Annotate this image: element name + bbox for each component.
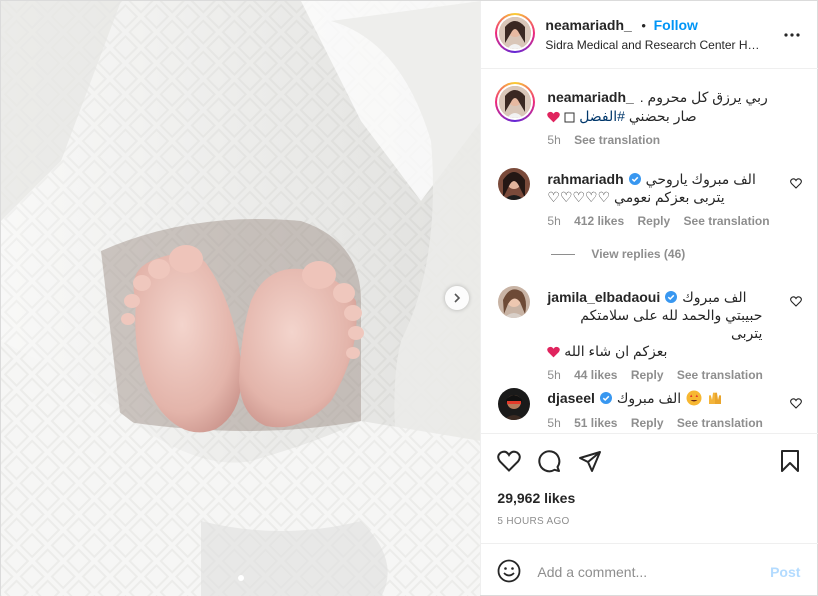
comment-avatar[interactable]: [498, 168, 531, 200]
more-icon: [784, 33, 801, 37]
header-separator: •: [641, 18, 646, 33]
heart-icon: [790, 398, 803, 409]
comment-text-line-3: بعزكم ان شاء الله: [547, 342, 762, 360]
avatar-image: [499, 86, 532, 118]
comment-icon: [538, 450, 561, 473]
comment-likes[interactable]: 412 likes: [574, 214, 624, 228]
comment-username[interactable]: jamila_elbadaoui: [547, 289, 660, 305]
chevron-right-icon: [454, 293, 461, 303]
comment-composer: Add a comment... Post: [481, 543, 818, 596]
comment-reply-button[interactable]: Reply: [638, 214, 671, 228]
comment-reply-button[interactable]: Reply: [631, 368, 664, 382]
comment-text-line-2: يتربى بعزكم نعومي ♡♡♡♡♡: [547, 189, 725, 205]
raising-hands-icon: [709, 392, 722, 404]
verified-icon: [665, 291, 678, 303]
avatar-image: [498, 286, 531, 318]
caption-username[interactable]: neamariadh_: [547, 89, 633, 105]
comment-text-line-1: الف مبروك: [616, 390, 682, 406]
post-actions: 29,962 likes 5 HOURS AGO: [481, 433, 818, 543]
avatar-image: [498, 388, 531, 420]
comment-button[interactable]: [537, 449, 561, 476]
comment: djaseel الف مبروك 5h 51 likes Reply See …: [547, 389, 762, 430]
save-button[interactable]: [780, 449, 800, 476]
comment-time: 5h: [547, 416, 561, 430]
view-replies-label: View replies (46): [591, 247, 686, 261]
comment-like-button[interactable]: [790, 295, 803, 310]
comment-text-line-1: الف مبروك: [682, 289, 747, 305]
share-icon: [579, 451, 602, 472]
emoji-icon: [498, 559, 521, 583]
caption-hashtag[interactable]: #الفضل: [579, 108, 625, 124]
comment-meta: 5h 51 likes Reply See translation: [547, 416, 762, 430]
comment-meta: 5h 412 likes Reply See translation: [547, 214, 769, 228]
share-button[interactable]: [578, 449, 602, 476]
comment-time: 5h: [547, 368, 561, 382]
post-side-panel: neamariadh_ • Follow Sidra Medical and R…: [480, 1, 818, 596]
caption-meta: 5h See translation: [547, 133, 752, 147]
post-timestamp: 5 HOURS AGO: [497, 516, 570, 527]
post-photo: [1, 1, 481, 596]
follow-button[interactable]: Follow: [654, 17, 698, 33]
caption-avatar[interactable]: [495, 82, 536, 122]
post-comment-button[interactable]: Post: [770, 564, 800, 580]
comment-text-line-1: الف مبروك ياروحي: [645, 171, 756, 187]
comment-username[interactable]: djaseel: [547, 390, 594, 406]
comment-see-translation[interactable]: See translation: [684, 214, 770, 228]
carousel-dots: [1, 575, 480, 581]
comment-text-line-3-text: بعزكم ان شاء الله: [564, 343, 668, 359]
sparkle-icon: [564, 112, 575, 123]
author-username[interactable]: neamariadh_: [545, 17, 631, 33]
post-header: neamariadh_ • Follow Sidra Medical and R…: [481, 1, 818, 69]
emoji-button[interactable]: [497, 559, 521, 586]
post-media: [1, 1, 481, 596]
bookmark-icon: [781, 450, 800, 472]
comment: rahmariadh الف مبروك ياروحي يتربى بعزكم …: [547, 170, 769, 228]
location-link[interactable]: Sidra Medical and Research Center Ho...: [545, 38, 760, 52]
caption-line-2: صار بحضني #الفضل: [547, 107, 752, 125]
heart-icon: [497, 450, 522, 472]
comment-likes[interactable]: 44 likes: [574, 368, 617, 382]
comment-likes[interactable]: 51 likes: [574, 416, 617, 430]
post-dialog: neamariadh_ • Follow Sidra Medical and R…: [0, 0, 818, 596]
caption-see-translation[interactable]: See translation: [574, 133, 660, 147]
view-replies-button[interactable]: View replies (46): [551, 247, 685, 261]
caption-line-1: ربي يرزق كل محروم .: [639, 89, 768, 105]
verified-icon: [599, 392, 612, 404]
like-button[interactable]: [497, 450, 522, 475]
more-options-button[interactable]: [784, 25, 801, 40]
next-photo-button[interactable]: [445, 286, 469, 310]
comment-like-button[interactable]: [790, 177, 803, 192]
comments-list[interactable]: neamariadh_ ربي يرزق كل محروم . صار بحضن…: [481, 70, 818, 433]
starstruck-emoji-icon: [686, 390, 702, 406]
caption-text: صار بحضني: [628, 108, 697, 124]
comment-reply-button[interactable]: Reply: [631, 416, 664, 430]
caption-time: 5h: [547, 133, 561, 147]
comment-avatar[interactable]: [498, 388, 531, 420]
author-row: neamariadh_ • Follow: [545, 17, 698, 33]
comment-input[interactable]: Add a comment...: [537, 564, 647, 580]
heart-icon: [790, 296, 803, 307]
red-heart-icon: [547, 112, 561, 123]
verified-icon: [628, 173, 641, 185]
comment-like-button[interactable]: [790, 397, 803, 412]
replies-divider: [551, 253, 576, 255]
heart-icon: [790, 178, 803, 189]
avatar-image: [499, 17, 532, 49]
likes-count[interactable]: 29,962 likes: [497, 490, 575, 506]
comment-avatar[interactable]: [498, 286, 531, 318]
comment-text-line-2: حبيبتي والحمد لله على سلامتكم يتربى: [580, 307, 763, 341]
comment-meta: 5h 44 likes Reply See translation: [547, 368, 762, 382]
avatar-image: [498, 168, 531, 200]
red-heart-icon: [547, 347, 561, 358]
comment-username[interactable]: rahmariadh: [547, 171, 623, 187]
comment-time: 5h: [547, 214, 561, 228]
author-avatar[interactable]: [495, 13, 536, 53]
caption: neamariadh_ ربي يرزق كل محروم . صار بحضن…: [547, 88, 767, 147]
carousel-dot: [237, 575, 244, 581]
comment: jamila_elbadaoui الف مبروك حبيبتي والحمد…: [547, 288, 762, 382]
comment-see-translation[interactable]: See translation: [677, 368, 763, 382]
comment-see-translation[interactable]: See translation: [677, 416, 763, 430]
